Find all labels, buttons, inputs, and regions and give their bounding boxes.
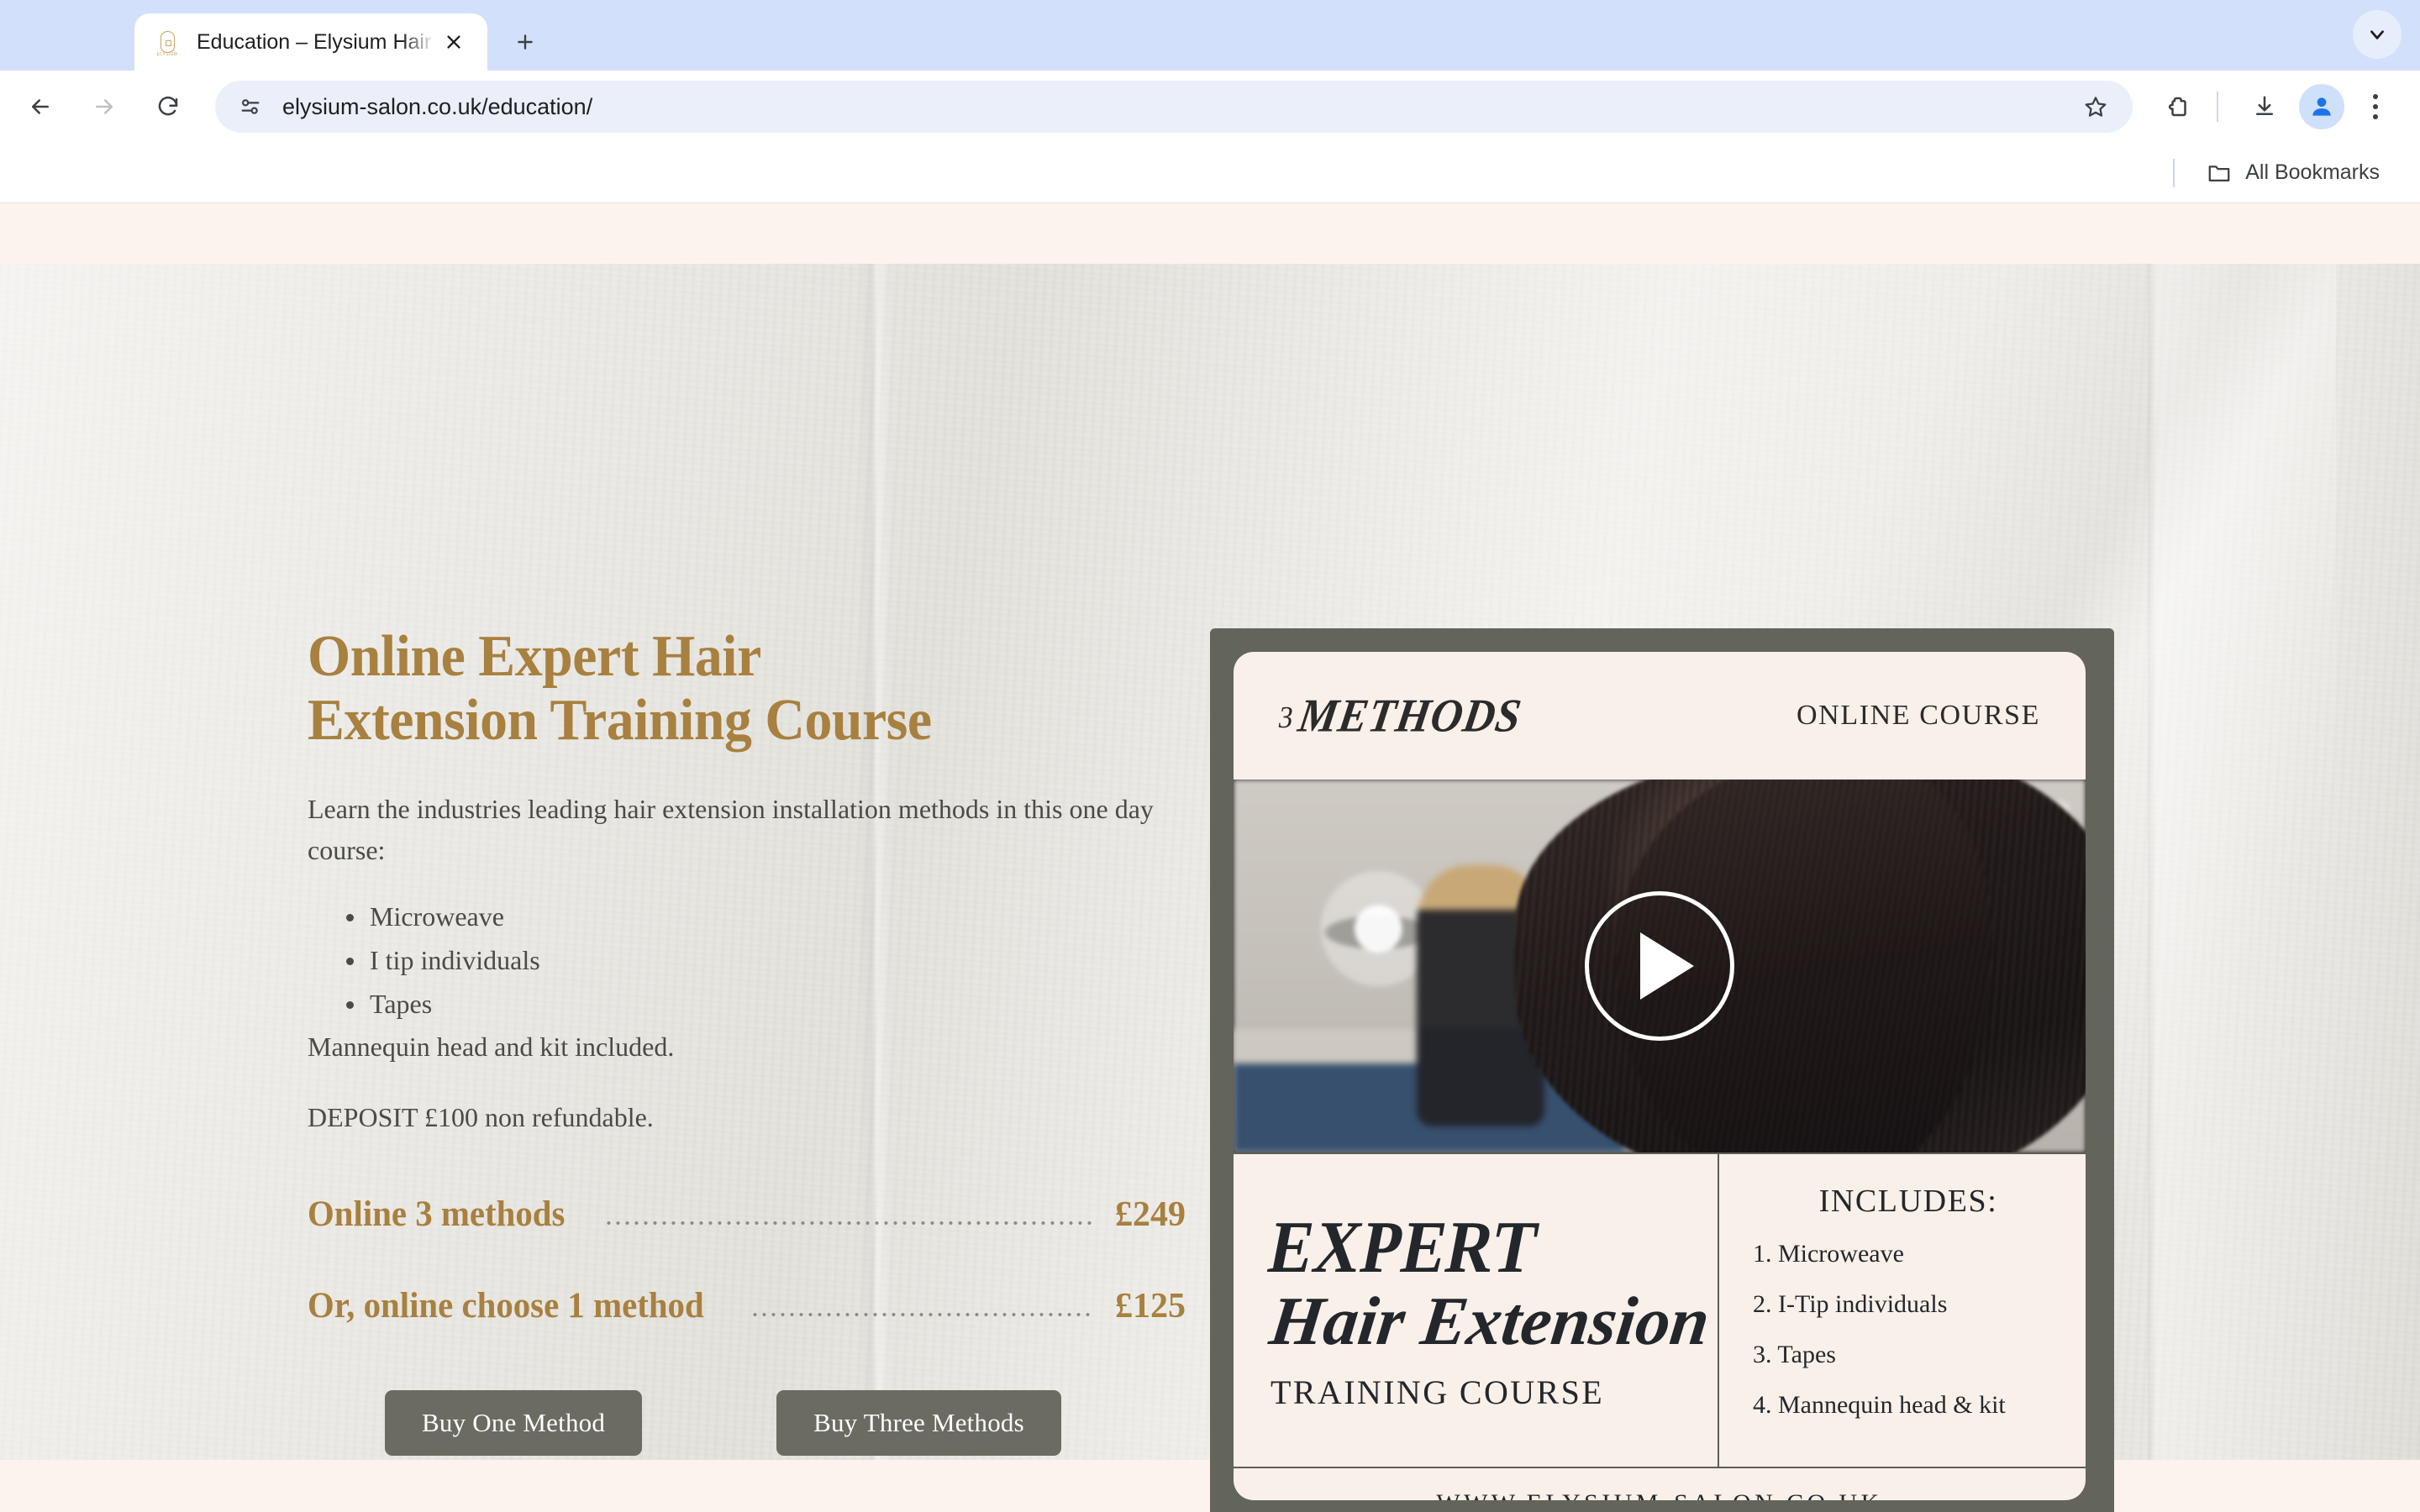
includes-item: 4. Mannequin head & kit (1752, 1391, 2006, 1419)
three-dot-menu-icon[interactable] (2353, 82, 2398, 131)
toolbar-divider (2217, 92, 2218, 122)
url-text[interactable]: elysium-salon.co.uk/education/ (282, 94, 2072, 120)
promo-video-card[interactable]: 3METHODS ONLINE COURSE EXPERT Hair Exten… (1234, 652, 2086, 1500)
methods-list: Microweave I tip individuals Tapes (308, 895, 1190, 1026)
elysium-logo-favicon: ELYSIUM (153, 28, 182, 57)
price-value: £249 (1115, 1194, 1186, 1234)
list-item: Tapes (346, 983, 1190, 1026)
buy-one-method-button[interactable]: Buy One Method (385, 1389, 643, 1456)
headline-line-2: Extension Training Course (308, 687, 932, 753)
web-page: Online Expert Hair Extension Training Co… (0, 203, 2420, 1512)
course-branding: EXPERT Hair Extension TRAINING COURSE (1234, 1154, 1719, 1467)
price-row-one-method: Or, online choose 1 method £125 (308, 1285, 1186, 1326)
play-button-icon[interactable] (1585, 891, 1734, 1041)
chevron-down-icon[interactable] (2353, 10, 2402, 59)
includes-item: 1. Microweave (1752, 1240, 1904, 1268)
promo-video-frame: 3METHODS ONLINE COURSE EXPERT Hair Exten… (1210, 628, 2114, 1512)
page-title: Online Expert Hair Extension Training Co… (308, 625, 1137, 752)
address-bar[interactable]: elysium-salon.co.uk/education/ (215, 81, 2133, 133)
new-tab-button[interactable] (501, 18, 550, 66)
back-arrow-icon[interactable] (14, 81, 66, 133)
course-intro-text: Learn the industries leading hair extens… (308, 794, 1154, 865)
online-course-label: ONLINE COURSE (1797, 700, 2040, 731)
price-label: Or, online choose 1 method (308, 1285, 704, 1326)
bookmarks-bar: All Bookmarks (0, 143, 2420, 203)
website-url-text: WWW.ELYSIUM-SALON.CO.UK (1234, 1468, 2086, 1500)
list-item: Microweave (346, 895, 1190, 939)
price-row-three-methods: Online 3 methods £249 (308, 1194, 1186, 1235)
page-top-band (0, 203, 2420, 264)
folder-icon (2208, 165, 2230, 181)
browser-window: ELYSIUM Education – Elysium Hair Salo (0, 0, 2420, 1512)
forward-arrow-icon (78, 81, 130, 133)
methods-count: 3 (1276, 701, 1297, 735)
video-card-header: 3METHODS ONLINE COURSE (1234, 652, 2086, 780)
tab-strip: ELYSIUM Education – Elysium Hair Salo (0, 0, 2420, 71)
browser-tab[interactable]: ELYSIUM Education – Elysium Hair Salo (134, 13, 487, 71)
deposit-text: DEPOSIT £100 non refundable. (308, 1101, 654, 1132)
page-info-icon[interactable] (227, 83, 274, 130)
tab-title: Education – Elysium Hair Salo (197, 29, 435, 54)
bookmarks-divider (2173, 158, 2175, 187)
favicon-wordmark: ELYSIUM (156, 52, 178, 57)
puzzle-piece-icon[interactable] (2154, 82, 2203, 131)
training-course-subtitle: TRAINING COURSE (1270, 1373, 1605, 1411)
purchase-button-row: Buy One Method Buy Three Methods (308, 1389, 1190, 1456)
hair-extension-script-text: Hair Extension (1265, 1282, 1714, 1359)
buy-three-methods-button[interactable]: Buy Three Methods (776, 1389, 1061, 1456)
list-item: I tip individuals (346, 939, 1190, 983)
methods-word: METHODS (1295, 690, 1526, 742)
price-label: Online 3 methods (308, 1194, 566, 1234)
close-icon[interactable] (435, 24, 472, 60)
course-details-column: Online Expert Hair Extension Training Co… (308, 625, 1190, 1456)
kit-included-text: Mannequin head and kit included. (308, 1031, 675, 1062)
star-icon[interactable] (2072, 83, 2119, 130)
includes-heading: INCLUDES: (1818, 1184, 1998, 1219)
dotted-leader (750, 1311, 1093, 1317)
reload-icon[interactable] (142, 81, 194, 133)
page-content: Online Expert Hair Extension Training Co… (0, 264, 2420, 1512)
browser-toolbar: elysium-salon.co.uk/education/ (0, 71, 2420, 143)
video-card-info: EXPERT Hair Extension TRAINING COURSE IN… (1234, 1152, 2086, 1468)
price-value: £125 (1115, 1286, 1186, 1326)
includes-item: 2. I-Tip individuals (1752, 1290, 1948, 1318)
three-methods-badge: 3METHODS (1275, 689, 1525, 743)
dotted-leader (603, 1220, 1093, 1226)
video-thumbnail[interactable] (1234, 780, 2086, 1152)
headline-line-1: Online Expert Hair (308, 624, 761, 689)
expert-script-text: EXPERT (1262, 1206, 1546, 1289)
all-bookmarks-label: All Bookmarks (2245, 160, 2380, 184)
profile-avatar-icon[interactable] (2299, 84, 2344, 129)
includes-item: 3. Tapes (1752, 1341, 1836, 1368)
all-bookmarks-button[interactable]: All Bookmarks (2196, 154, 2390, 192)
download-icon[interactable] (2240, 82, 2289, 131)
includes-panel: INCLUDES: 1. Microweave 2. I-Tip individ… (1719, 1154, 2086, 1467)
